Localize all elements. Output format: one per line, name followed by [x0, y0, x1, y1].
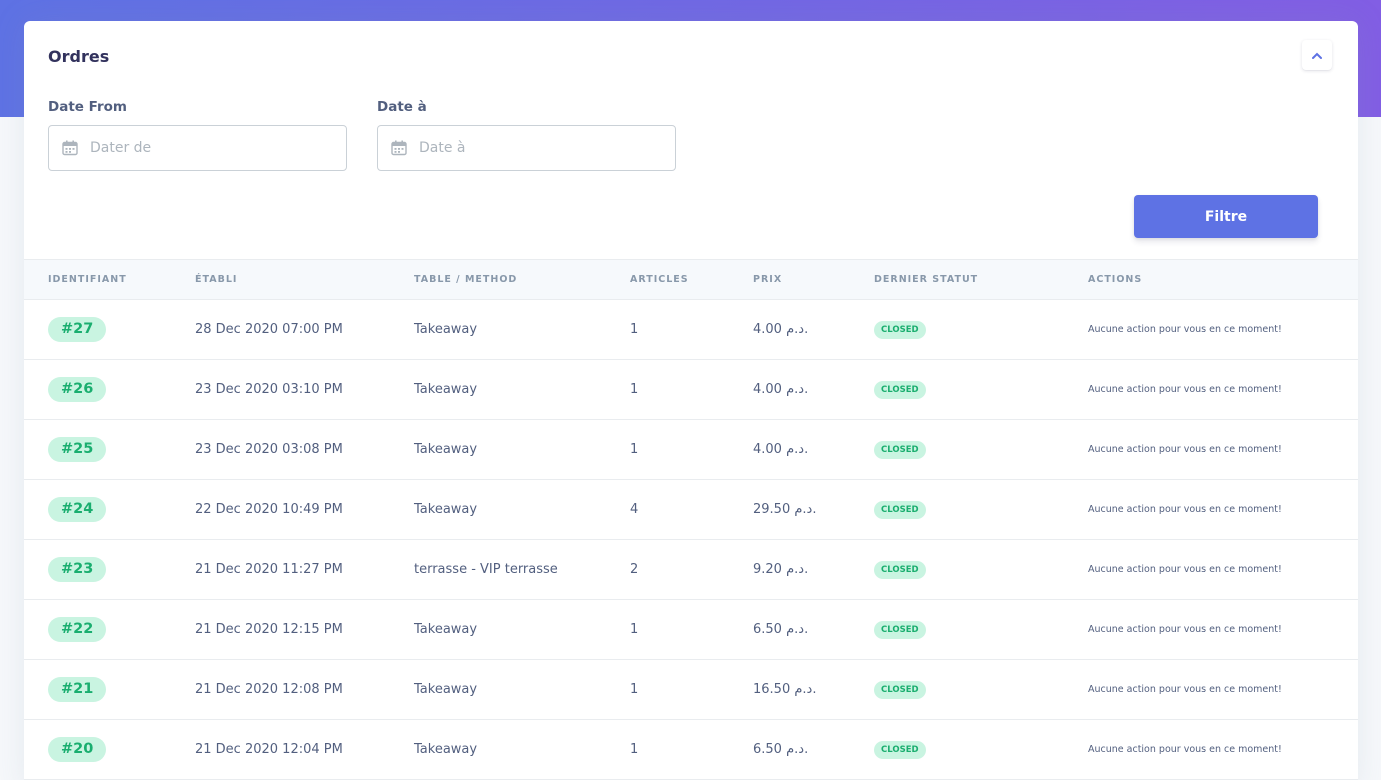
table-row: #21 21 Dec 2020 12:08 PM Takeaway 1 16.5… — [24, 660, 1358, 720]
order-id-link[interactable]: #26 — [48, 377, 107, 402]
status-badge: closed — [874, 320, 926, 339]
order-id-link[interactable]: #25 — [48, 437, 107, 462]
date-from-label: Date From — [48, 99, 127, 115]
order-items: 1 — [630, 322, 639, 337]
order-created: 28 Dec 2020 07:00 PM — [195, 322, 343, 337]
order-created: 23 Dec 2020 03:10 PM — [195, 382, 343, 397]
status-badge: closed — [874, 560, 926, 579]
order-price: 29.50 د.م. — [753, 502, 817, 517]
filter-button[interactable]: Filtre — [1134, 195, 1318, 238]
column-header-items: Articles — [630, 274, 689, 285]
order-id-link[interactable]: #22 — [48, 617, 107, 642]
collapse-button[interactable] — [1302, 40, 1332, 70]
order-method: Takeaway — [414, 682, 478, 697]
order-items: 1 — [630, 622, 639, 637]
table-row: #24 22 Dec 2020 10:49 PM Takeaway 4 29.5… — [24, 480, 1358, 540]
column-header-method: Table / method — [414, 274, 518, 285]
order-id-link[interactable]: #20 — [48, 737, 107, 762]
order-action-text: Aucune action pour vous en ce moment! — [1088, 504, 1282, 515]
status-badge: closed — [874, 380, 926, 399]
calendar-icon — [62, 140, 78, 156]
order-items: 1 — [630, 382, 639, 397]
column-header-price: Prix — [753, 274, 783, 285]
order-action-text: Aucune action pour vous en ce moment! — [1088, 444, 1282, 455]
order-price: 4.00 د.م. — [753, 442, 809, 457]
column-header-status: Dernier statut — [874, 274, 979, 285]
order-items: 2 — [630, 562, 639, 577]
order-action-text: Aucune action pour vous en ce moment! — [1088, 684, 1282, 695]
order-price: 16.50 د.م. — [753, 682, 817, 697]
order-price: 6.50 د.م. — [753, 742, 809, 757]
order-id-link[interactable]: #21 — [48, 677, 107, 702]
order-items: 1 — [630, 742, 639, 757]
order-action-text: Aucune action pour vous en ce moment! — [1088, 564, 1282, 575]
order-created: 23 Dec 2020 03:08 PM — [195, 442, 343, 457]
order-price: 9.20 د.م. — [753, 562, 809, 577]
orders-card: Ordres Date From Date à — [24, 21, 1358, 780]
order-action-text: Aucune action pour vous en ce moment! — [1088, 384, 1282, 395]
status-badge: closed — [874, 620, 926, 639]
order-created: 21 Dec 2020 11:27 PM — [195, 562, 343, 577]
table-row: #22 21 Dec 2020 12:15 PM Takeaway 1 6.50… — [24, 600, 1358, 660]
order-method: Takeaway — [414, 502, 478, 517]
column-header-actions: Actions — [1088, 274, 1143, 285]
date-from-input[interactable] — [90, 140, 330, 156]
table-row: #25 23 Dec 2020 03:08 PM Takeaway 1 4.00… — [24, 420, 1358, 480]
order-created: 22 Dec 2020 10:49 PM — [195, 502, 343, 517]
order-created: 21 Dec 2020 12:08 PM — [195, 682, 343, 697]
order-action-text: Aucune action pour vous en ce moment! — [1088, 744, 1282, 755]
order-method: terrasse - VIP terrasse — [414, 562, 558, 577]
order-id-link[interactable]: #23 — [48, 557, 107, 582]
order-method: Takeaway — [414, 742, 478, 757]
date-to-field[interactable] — [377, 125, 676, 171]
calendar-icon — [391, 140, 407, 156]
column-header-id: Identifiant — [48, 274, 127, 285]
status-badge: closed — [874, 440, 926, 459]
table-row: #26 23 Dec 2020 03:10 PM Takeaway 1 4.00… — [24, 360, 1358, 420]
table-row: #27 28 Dec 2020 07:00 PM Takeaway 1 4.00… — [24, 300, 1358, 360]
card-title: Ordres — [48, 47, 110, 66]
date-from-field[interactable] — [48, 125, 347, 171]
table-row: #20 21 Dec 2020 12:04 PM Takeaway 1 6.50… — [24, 720, 1358, 780]
order-method: Takeaway — [414, 322, 478, 337]
order-price: 4.00 د.م. — [753, 382, 809, 397]
order-action-text: Aucune action pour vous en ce moment! — [1088, 624, 1282, 635]
order-price: 4.00 د.م. — [753, 322, 809, 337]
order-items: 1 — [630, 682, 639, 697]
status-badge: closed — [874, 680, 926, 699]
order-id-link[interactable]: #24 — [48, 497, 107, 522]
order-method: Takeaway — [414, 442, 478, 457]
order-action-text: Aucune action pour vous en ce moment! — [1088, 324, 1282, 335]
table-row: #23 21 Dec 2020 11:27 PM terrasse - VIP … — [24, 540, 1358, 600]
order-created: 21 Dec 2020 12:04 PM — [195, 742, 343, 757]
chevron-up-icon — [1312, 52, 1322, 59]
order-created: 21 Dec 2020 12:15 PM — [195, 622, 343, 637]
order-items: 1 — [630, 442, 639, 457]
order-method: Takeaway — [414, 382, 478, 397]
order-id-link[interactable]: #27 — [48, 317, 107, 342]
order-items: 4 — [630, 502, 639, 517]
order-method: Takeaway — [414, 622, 478, 637]
orders-table-body: #27 28 Dec 2020 07:00 PM Takeaway 1 4.00… — [24, 300, 1358, 780]
status-badge: closed — [874, 500, 926, 519]
order-price: 6.50 د.م. — [753, 622, 809, 637]
date-to-input[interactable] — [419, 140, 659, 156]
status-badge: closed — [874, 740, 926, 759]
column-header-created: Établi — [195, 274, 238, 285]
table-header: Identifiant Établi Table / method Articl… — [24, 259, 1358, 300]
date-to-label: Date à — [377, 99, 427, 115]
